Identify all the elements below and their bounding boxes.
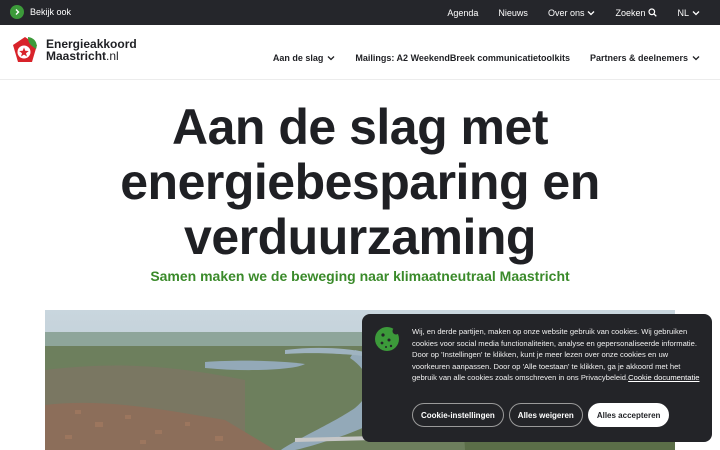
chevron-down-icon bbox=[692, 56, 700, 61]
over-ons-label: Over ons bbox=[547, 7, 585, 18]
hero-title-line1: Aan de slag met bbox=[172, 99, 548, 155]
nav-partners[interactable]: Partners & deelnemers bbox=[590, 53, 700, 63]
logo-suffix: .nl bbox=[106, 49, 119, 63]
over-ons-menu[interactable]: Over ons bbox=[548, 8, 596, 18]
main-nav: Aan de slag Mailings: A2 WeekendBreek co… bbox=[273, 53, 700, 63]
hero-subtitle: Samen maken we de beweging naar klimaatn… bbox=[150, 268, 570, 284]
cookie-buttons: Cookie-instellingen Alles weigeren Alles… bbox=[412, 403, 670, 427]
language-selector[interactable]: NL bbox=[677, 8, 700, 18]
bekijk-ook-link[interactable]: Bekijk ook bbox=[10, 5, 71, 19]
cookie-documentatie-link[interactable]: Cookie documentatie bbox=[628, 373, 699, 382]
top-links: Agenda Nieuws Over ons Zoeken NL bbox=[447, 0, 700, 25]
zoeken-button[interactable]: Zoeken bbox=[615, 7, 658, 18]
top-bar: Bekijk ook Agenda Nieuws Over ons Zoeken… bbox=[0, 0, 720, 25]
logo-text: Energieakkoord Maastricht.nl bbox=[46, 38, 137, 62]
nav-aan-de-slag-label: Aan de slag bbox=[272, 53, 324, 63]
hero-title-line3: verduurzaming bbox=[184, 209, 536, 265]
chevron-down-icon bbox=[692, 10, 700, 15]
nav-aan-de-slag[interactable]: Aan de slag bbox=[273, 53, 336, 63]
language-label: NL bbox=[677, 7, 689, 18]
search-icon bbox=[648, 8, 658, 17]
reject-all-button[interactable]: Alles weigeren bbox=[508, 403, 583, 427]
logo-line2: Maastricht bbox=[46, 49, 107, 63]
cookie-message: Wij, en derde partijen, maken op onze we… bbox=[412, 326, 702, 384]
cookie-settings-button[interactable]: Cookie-instellingen bbox=[412, 403, 504, 427]
nav-partners-label: Partners & deelnemers bbox=[589, 53, 688, 63]
cookie-icon bbox=[374, 326, 400, 357]
site-logo[interactable]: Energieakkoord Maastricht.nl bbox=[10, 35, 137, 65]
chevron-down-icon bbox=[327, 56, 335, 61]
accept-all-button[interactable]: Alles accepteren bbox=[587, 403, 670, 427]
chevron-right-icon bbox=[10, 5, 24, 19]
nav-mailings[interactable]: Mailings: A2 WeekendBreek communicatieto… bbox=[355, 53, 570, 63]
agenda-link[interactable]: Agenda bbox=[447, 8, 478, 18]
nav-mailings-label: Mailings: A2 WeekendBreek communicatieto… bbox=[355, 53, 570, 63]
chevron-down-icon bbox=[587, 10, 595, 15]
hero-title: Aan de slag met energiebesparing en verd… bbox=[0, 100, 720, 265]
zoeken-label: Zoeken bbox=[615, 7, 646, 18]
cookie-banner: Wij, en derde partijen, maken op onze we… bbox=[362, 314, 712, 442]
bekijk-ook-label: Bekijk ook bbox=[30, 7, 72, 17]
hero-title-line2: energiebesparing en bbox=[120, 154, 600, 210]
logo-mark-icon bbox=[13, 37, 37, 62]
main-header: Energieakkoord Maastricht.nl Aan de slag… bbox=[0, 25, 720, 80]
nieuws-link[interactable]: Nieuws bbox=[498, 8, 528, 18]
